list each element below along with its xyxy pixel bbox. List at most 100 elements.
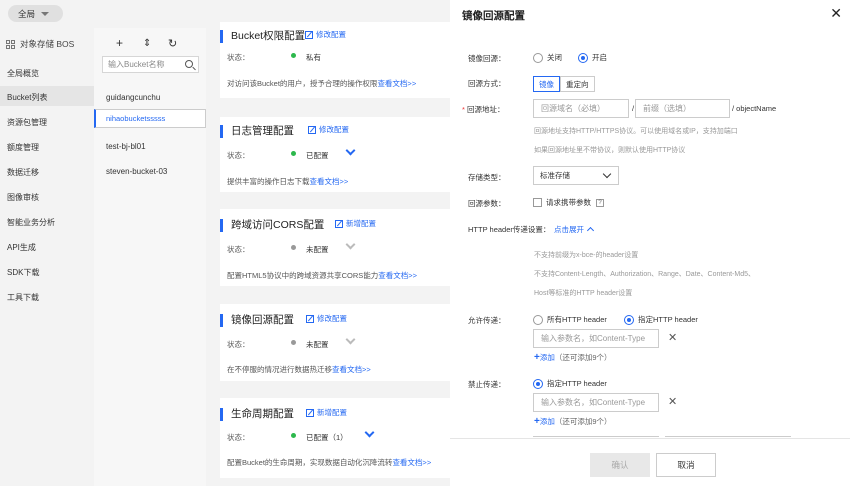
sidebar-item-bucket-list[interactable]: Bucket列表 xyxy=(7,92,47,103)
status-dot xyxy=(291,245,296,250)
mirror-on-radio[interactable]: 开启 xyxy=(578,52,607,63)
edit-icon xyxy=(335,219,343,228)
address-label: * 回源地址： xyxy=(462,105,505,114)
chevron-down-icon[interactable] xyxy=(345,334,356,345)
description-text: 提供丰富的操作日志下载 xyxy=(227,177,310,186)
mirror-on-label: 开启 xyxy=(592,53,607,62)
mirror-off-label: 关闭 xyxy=(547,53,562,62)
mode-redirect-button[interactable]: 重定向 xyxy=(560,76,595,92)
region-selector[interactable]: 全局 xyxy=(8,5,63,22)
radio-icon xyxy=(533,52,543,63)
sidebar-item-migration[interactable]: 数据迁移 xyxy=(7,167,39,178)
sidebar-item-packages[interactable]: 资源包管理 xyxy=(7,117,47,128)
status-dot xyxy=(291,433,296,438)
bucket-item[interactable]: guidangcunchu xyxy=(94,85,206,110)
description-text: 对访问该Bucket的用户，授予合理的操作权限 xyxy=(227,79,378,88)
region-label: 全局 xyxy=(18,8,36,19)
status-dot xyxy=(291,151,296,156)
bucket-item-selected[interactable]: nihaobucketsssss xyxy=(94,109,206,128)
doc-link[interactable]: 查看文档>> xyxy=(392,458,431,467)
radio-icon xyxy=(533,314,543,325)
edit-config-label: 修改配置 xyxy=(317,314,347,323)
allow-specified-label: 指定HTTP header xyxy=(638,315,698,324)
allow-add-button[interactable]: +添加（还可添加9个） xyxy=(534,352,612,363)
add-bucket-icon[interactable]: + xyxy=(116,36,123,50)
sidebar-item-analytics[interactable]: 智能业务分析 xyxy=(7,217,55,228)
carry-params-label: 请求携带参数 xyxy=(546,198,591,207)
sidebar-item-sdk[interactable]: SDK下载 xyxy=(7,267,39,278)
deny-specified-radio[interactable]: 指定HTTP header xyxy=(533,378,607,389)
sidebar-item-image-audit[interactable]: 图像审核 xyxy=(7,192,39,203)
close-icon[interactable]: ✕ xyxy=(830,6,842,20)
dialog-footer: 确认 取消 xyxy=(450,438,850,486)
mirror-card: 镜像回源配置 修改配置 状态： 未配置 在不停服的情况进行数据热迁移查看文档>> xyxy=(220,304,456,381)
sidebar-item-api[interactable]: API生成 xyxy=(7,242,36,253)
cancel-button[interactable]: 取消 xyxy=(656,453,716,477)
carry-params-checkbox[interactable]: 请求携带参数? xyxy=(533,197,604,208)
checkbox-icon xyxy=(533,198,542,207)
doc-link[interactable]: 查看文档>> xyxy=(377,79,416,88)
refresh-icon[interactable]: ↻ xyxy=(168,37,177,50)
origin-domain-input[interactable]: 回源域名（必填） xyxy=(533,99,629,118)
card-description: 在不停服的情况进行数据热迁移查看文档>> xyxy=(227,364,371,375)
status-label: 状态： xyxy=(227,151,250,160)
product-title: 对象存储 BOS xyxy=(6,38,74,50)
expand-link[interactable]: 点击展开 xyxy=(554,224,595,235)
chevron-down-icon xyxy=(41,11,50,16)
doc-link[interactable]: 查看文档>> xyxy=(310,177,349,186)
radio-checked-icon xyxy=(624,314,634,325)
edit-config-label: 修改配置 xyxy=(316,30,346,39)
help-icon[interactable]: ? xyxy=(596,198,604,207)
mirror-off-radio[interactable]: 关闭 xyxy=(533,52,562,63)
sort-icon[interactable]: ⇕ xyxy=(143,38,151,49)
add-config-link[interactable]: 新增配置 xyxy=(335,218,376,229)
edit-config-link[interactable]: 修改配置 xyxy=(305,29,346,40)
chevron-down-icon[interactable] xyxy=(364,427,375,438)
sidebar-item-quota[interactable]: 额度管理 xyxy=(7,142,39,153)
bucket-search-input[interactable]: 输入Bucket名称 xyxy=(102,56,199,73)
allow-specified-radio[interactable]: 指定HTTP header xyxy=(624,314,698,325)
origin-prefix-input[interactable]: 前缀（选填） xyxy=(635,99,730,118)
search-icon[interactable] xyxy=(185,60,193,68)
card-accent xyxy=(220,125,223,138)
remove-icon[interactable]: ✕ xyxy=(668,397,677,408)
mode-mirror-button[interactable]: 镜像 xyxy=(533,76,560,92)
bucket-item[interactable]: test-bj-bl01 xyxy=(94,134,206,159)
chevron-down-icon[interactable] xyxy=(345,239,356,250)
deny-add-button[interactable]: +添加（还可添加9个） xyxy=(534,416,612,427)
sidebar-item-overview[interactable]: 全局概览 xyxy=(7,68,39,79)
status-value: 私有 xyxy=(306,53,321,62)
edit-config-link[interactable]: 修改配置 xyxy=(306,313,347,324)
edit-config-label: 修改配置 xyxy=(319,125,349,134)
chevron-down-icon[interactable] xyxy=(345,145,356,156)
doc-link[interactable]: 查看文档>> xyxy=(332,365,371,374)
dialog-title: 镜像回源配置 xyxy=(462,10,525,22)
mirror-label: 镜像回源： xyxy=(468,54,506,63)
storage-class-select[interactable]: 标准存储 xyxy=(533,166,619,185)
mirror-config-dialog: 镜像回源配置 ✕ 镜像回源： 关闭 开启 回源方式： 镜像 重定向 * 回源地址… xyxy=(450,0,850,486)
card-title: 跨域访问CORS配置 xyxy=(231,219,325,231)
radio-checked-icon xyxy=(533,378,543,389)
description-text: 配置HTML5协议中的跨域资源共享CORS能力 xyxy=(227,271,379,280)
add-config-link[interactable]: 新增配置 xyxy=(306,407,347,418)
deny-header-input[interactable]: 输入参数名，如Content-Type xyxy=(533,393,659,412)
header-hint: 不支持Content-Length、Authorization、Range、Da… xyxy=(534,271,755,278)
chevron-up-icon xyxy=(586,226,595,235)
allow-label: 允许传递： xyxy=(468,316,506,325)
header-hint: Host等标准的HTTP header设置 xyxy=(534,290,633,297)
object-name-suffix: / objectName xyxy=(732,104,777,113)
mode-label: 回源方式： xyxy=(468,79,506,88)
add-config-label: 新增配置 xyxy=(346,219,376,228)
allow-header-input[interactable]: 输入参数名，如Content-Type xyxy=(533,329,659,348)
confirm-button[interactable]: 确认 xyxy=(590,453,650,477)
status-value: 已配置 xyxy=(306,151,329,160)
allow-all-radio[interactable]: 所有HTTP header xyxy=(533,314,607,325)
status-label: 状态： xyxy=(227,433,250,442)
bucket-item[interactable]: steven-bucket-03 xyxy=(94,159,206,184)
edit-config-link[interactable]: 修改配置 xyxy=(308,124,349,135)
remove-icon[interactable]: ✕ xyxy=(668,333,677,344)
description-text: 配置Bucket的生命周期，实现数据自动化沉降流转 xyxy=(227,458,393,467)
radio-checked-icon xyxy=(578,52,588,63)
doc-link[interactable]: 查看文档>> xyxy=(378,271,417,280)
sidebar-item-tools[interactable]: 工具下载 xyxy=(7,292,39,303)
